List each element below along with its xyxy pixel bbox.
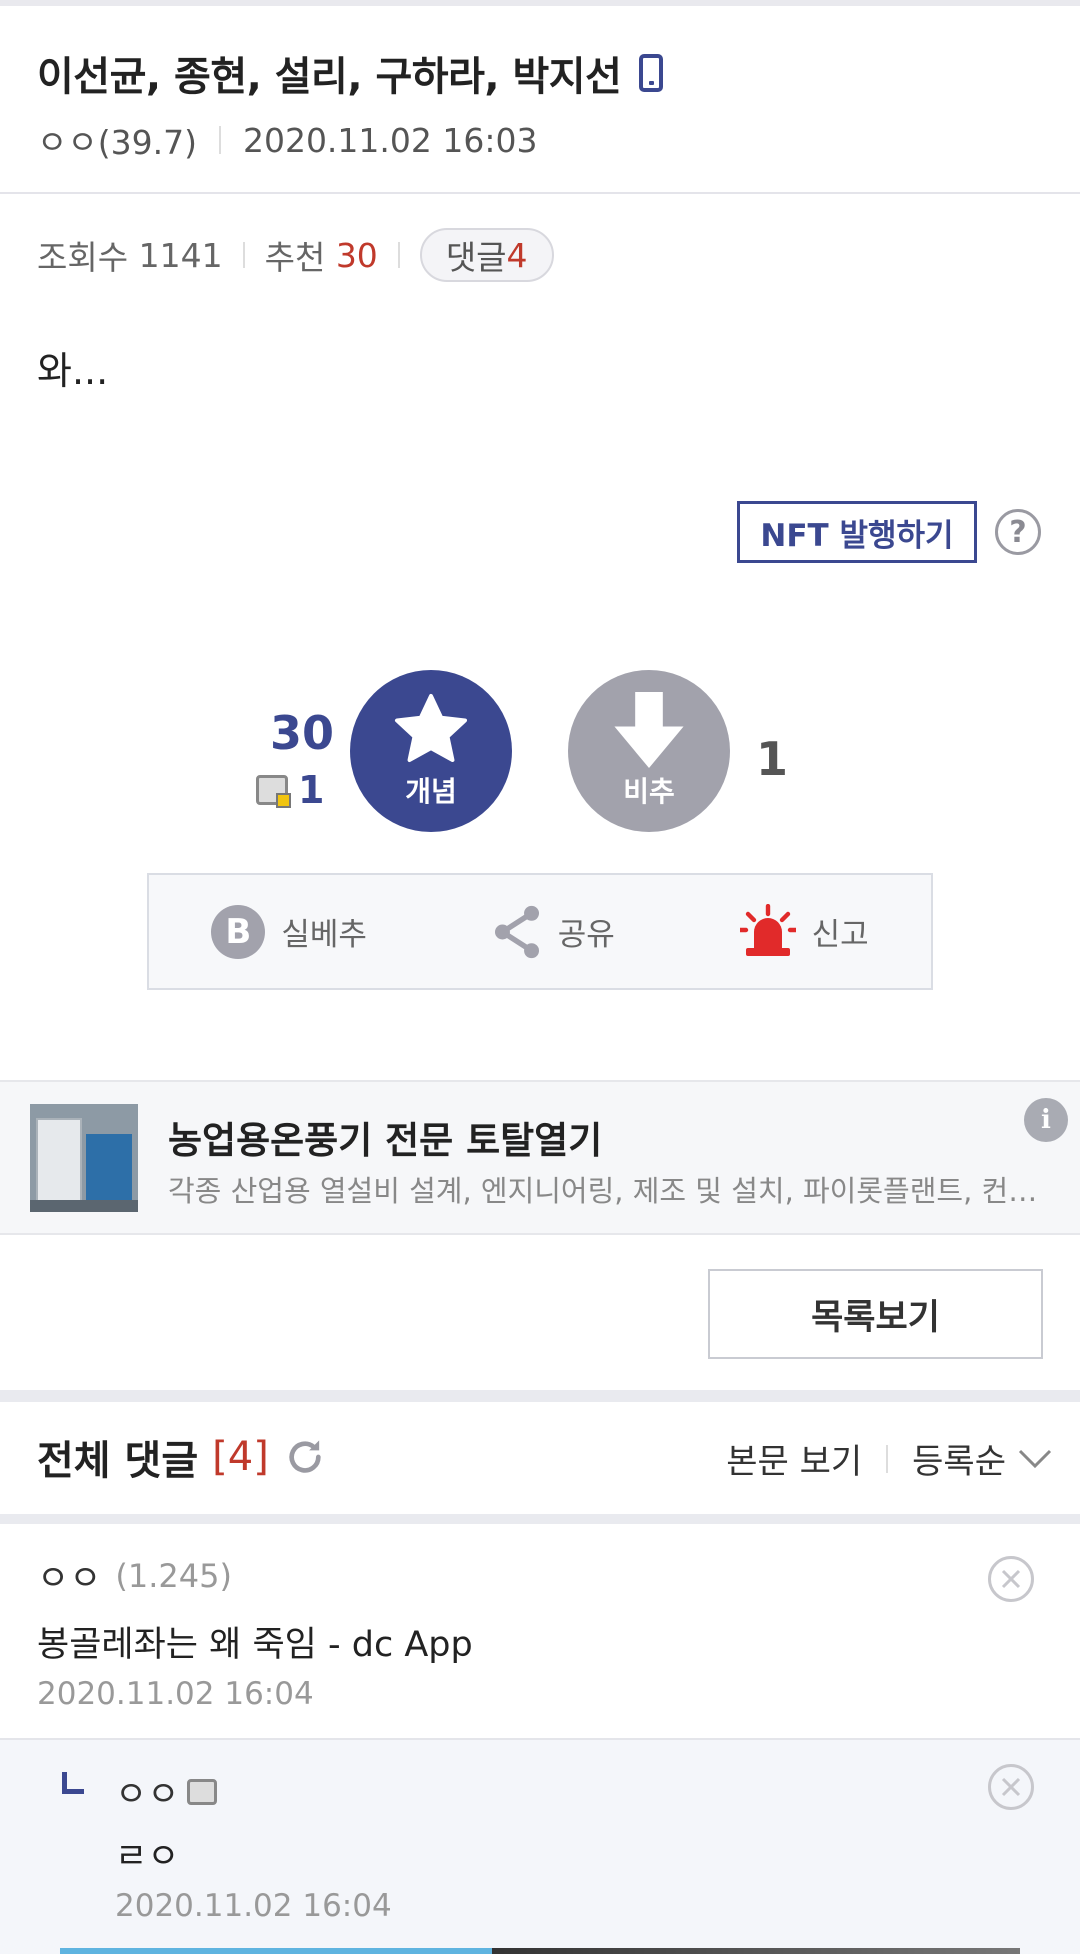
post-date: 2020.11.02 16:03 (242, 120, 538, 160)
author-name[interactable]: ㅇㅇ(39.7) (37, 116, 197, 164)
share-icon (492, 905, 542, 959)
fixed-user-count: 1 (298, 768, 325, 812)
reply-author[interactable]: ㅇㅇ (115, 1766, 218, 1817)
comment-label: 댓글 (445, 238, 507, 277)
upvote-button[interactable]: 개념 (350, 670, 512, 832)
comment-nick: ㅇㅇ (37, 1559, 102, 1599)
divider (886, 1444, 889, 1473)
best-recommend-label: 실베추 (281, 917, 367, 953)
post-header: 이선균, 종현, 설리, 구하라, 박지선 ㅇㅇ(39.7) 2020.11.0… (0, 6, 1080, 194)
view-body-button[interactable]: 본문 보기 (726, 1434, 862, 1483)
fixed-user-icon (256, 775, 291, 808)
downvote-count: 1 (756, 732, 789, 786)
report-button[interactable]: 신고 (739, 903, 869, 960)
comment-text: 봉골레좌는 왜 죽임 - dc App (37, 1625, 473, 1665)
list-view-button[interactable]: 목록보기 (708, 1269, 1043, 1359)
recommend-count: 30 (335, 235, 378, 275)
downvote-label: 비추 (623, 775, 675, 808)
refresh-icon[interactable] (285, 1437, 325, 1477)
comments-header: 전체 댓글 [4] (37, 1428, 325, 1486)
reply-item: ㅇㅇ ㄹㅇ 2020.11.02 16:04 (0, 1740, 1080, 1954)
post-actions: B 실베추 공유 신고 (147, 873, 933, 990)
comment-author[interactable]: ㅇㅇ (1.245) (37, 1550, 232, 1601)
comment-count-pill[interactable]: 댓글 4 (419, 228, 554, 282)
fixed-user-icon (187, 1778, 218, 1805)
ad-thumbnail (30, 1104, 138, 1212)
divider (397, 242, 400, 268)
reply-arrow-icon (62, 1772, 84, 1794)
report-label: 신고 (811, 917, 869, 953)
post-title-text: 이선균, 종현, 설리, 구하라, 박지선 (37, 54, 622, 100)
chevron-down-icon[interactable] (1018, 1448, 1052, 1470)
comment-count: 4 (506, 235, 528, 275)
section-divider (0, 1514, 1080, 1524)
sort-select[interactable]: 등록순 (912, 1434, 1006, 1483)
comments-title: 전체 댓글 (37, 1438, 199, 1484)
comments-controls: 본문 보기 등록순 (726, 1434, 1052, 1483)
views-count: 1141 (138, 235, 223, 275)
downvote-button[interactable]: 비추 (568, 670, 730, 832)
share-button[interactable]: 공유 (492, 905, 615, 959)
star-icon (394, 693, 468, 763)
comment-item: ㅇㅇ (1.245) 봉골레좌는 왜 죽임 - dc App 2020.11.0… (0, 1524, 1080, 1740)
bottom-image-edge (60, 1948, 1020, 1954)
fixed-user-recommend: 1 (256, 768, 324, 812)
arrow-down-icon (614, 692, 684, 768)
post-body: 와... (37, 349, 109, 393)
ad-title: 농업용온풍기 전문 토탈열기 (168, 1119, 603, 1162)
ad-banner[interactable]: 농업용온풍기 전문 토탈열기 각종 산업용 열설비 설계, 엔지니어링, 제조 … (0, 1080, 1080, 1235)
comment-date: 2020.11.02 16:04 (37, 1676, 314, 1712)
reply-nick: ㅇㅇ (115, 1775, 180, 1815)
post-title: 이선균, 종현, 설리, 구하라, 박지선 (37, 44, 664, 102)
comments-count: [4] (212, 1434, 269, 1480)
section-divider (0, 1390, 1080, 1402)
share-label: 공유 (557, 917, 615, 953)
siren-icon (739, 903, 796, 960)
reply-text: ㄹㅇ (115, 1837, 180, 1877)
info-icon[interactable]: i (1024, 1098, 1068, 1142)
mobile-phone-icon (639, 54, 664, 92)
post-stats: 조회수 1141 추천 30 댓글 4 (37, 228, 554, 282)
help-icon[interactable]: ? (995, 509, 1041, 555)
best-recommend-button[interactable]: B 실베추 (211, 904, 367, 959)
divider (218, 126, 221, 154)
recommend-label: 추천 (264, 238, 326, 277)
upvote-count: 30 (270, 706, 335, 760)
upvote-label: 개념 (405, 775, 457, 808)
reply-date: 2020.11.02 16:04 (115, 1888, 392, 1924)
comment-ip: (1.245) (115, 1556, 232, 1595)
post-meta: ㅇㅇ(39.7) 2020.11.02 16:03 (37, 116, 538, 164)
b-icon: B (211, 904, 266, 959)
nft-issue-button[interactable]: NFT 발행하기 (737, 501, 977, 563)
divider (242, 242, 245, 268)
ad-description: 각종 산업용 열설비 설계, 엔지니어링, 제조 및 설치, 파이롯플랜트, 컨… (168, 1174, 1048, 1208)
delete-reply-icon[interactable] (988, 1764, 1034, 1810)
views-label: 조회수 (37, 238, 129, 277)
delete-comment-icon[interactable] (988, 1556, 1034, 1602)
